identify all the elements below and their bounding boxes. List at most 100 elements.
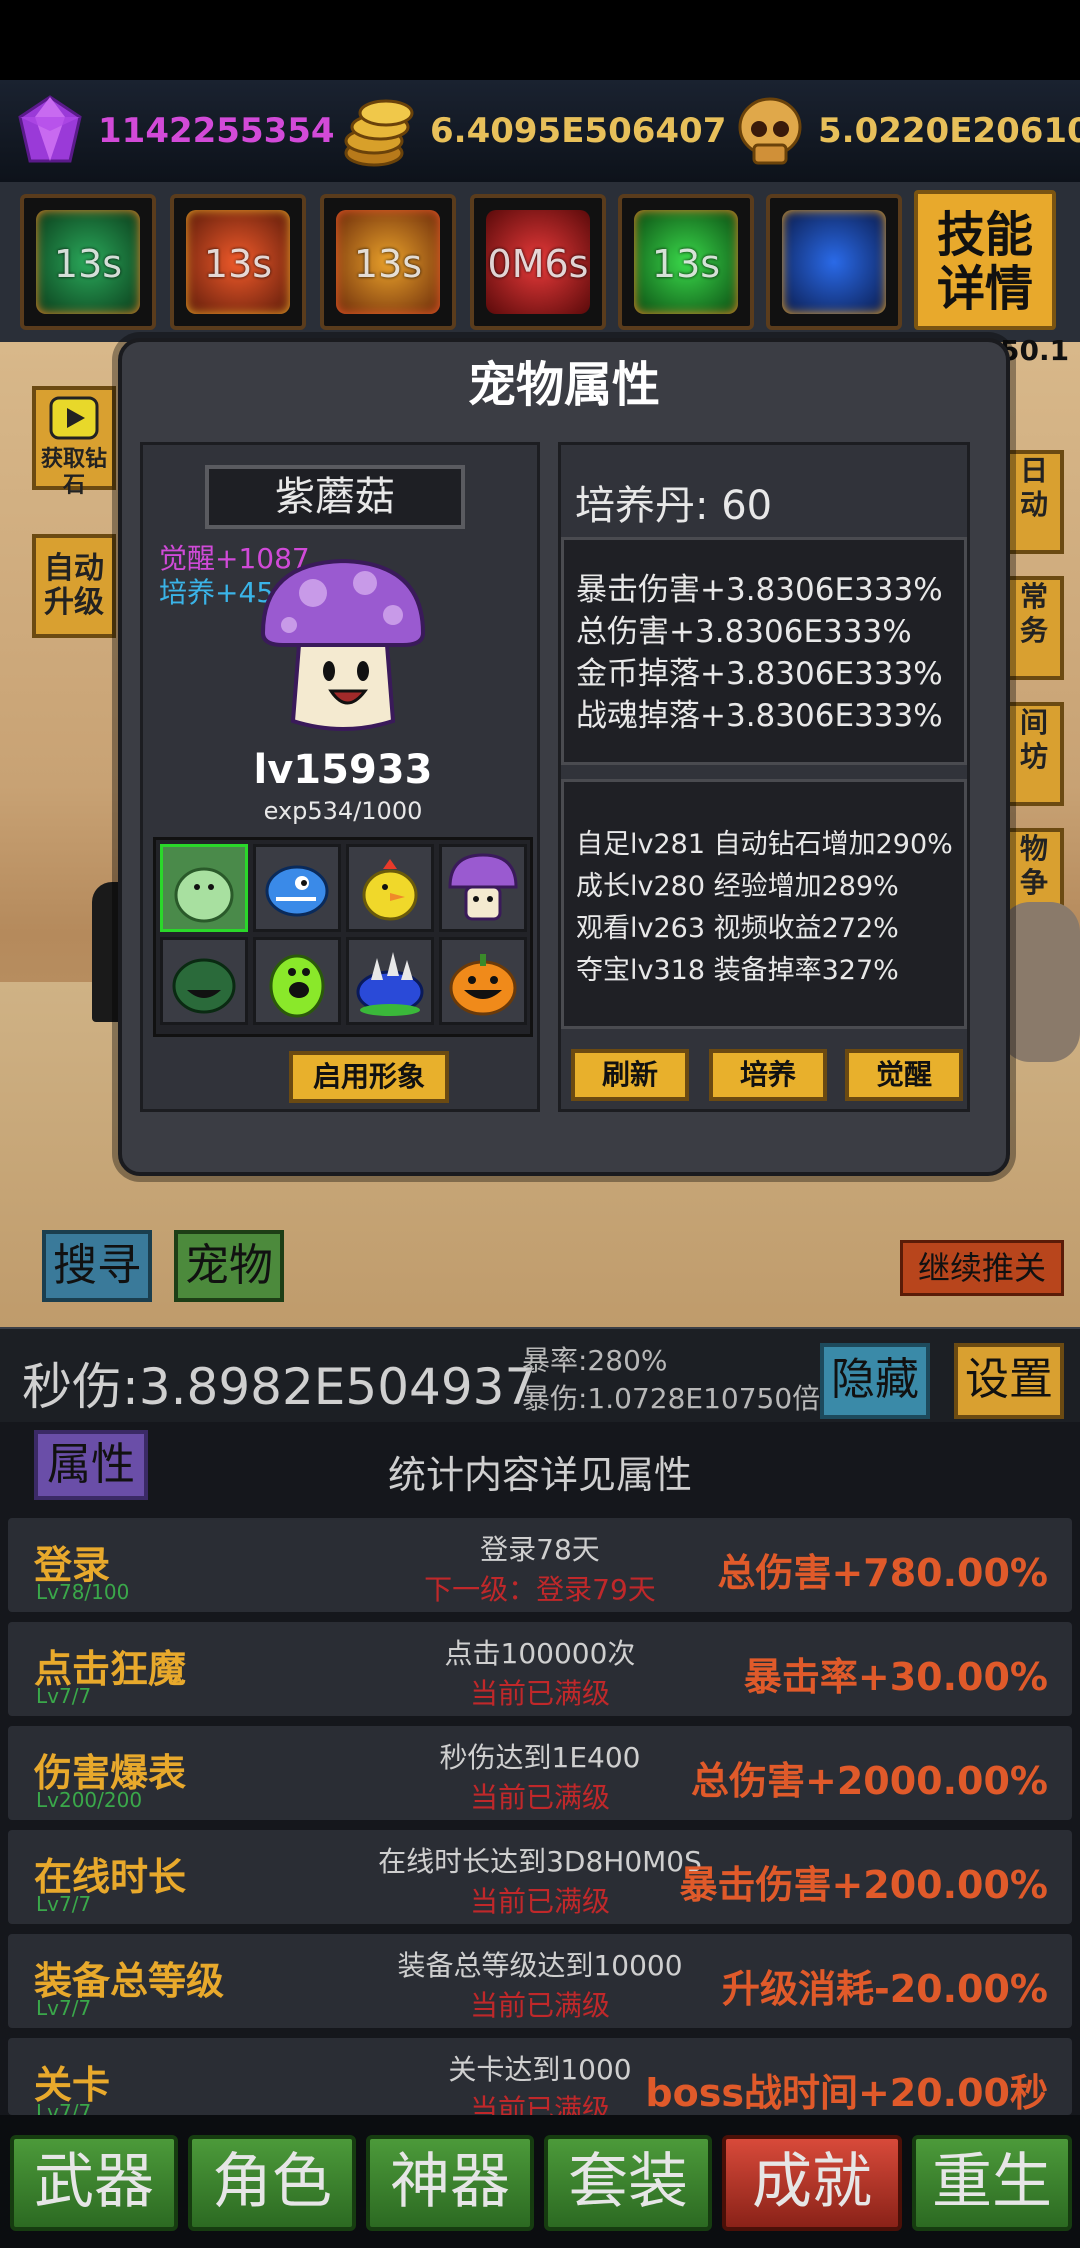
right-side-tab-1[interactable]: 日动 bbox=[1004, 450, 1064, 554]
nav-artifacts[interactable]: 神器 bbox=[366, 2135, 534, 2231]
pet-name: 紫蘑菇 bbox=[205, 465, 465, 529]
skill-slot-3[interactable]: 13s bbox=[320, 194, 456, 330]
pet-slot-chick[interactable] bbox=[346, 844, 434, 932]
get-gems-label: 获取钻石 bbox=[40, 447, 107, 498]
nurture-pill-count: 培养丹: 60 bbox=[575, 483, 773, 529]
nav-achievements[interactable]: 成就 bbox=[722, 2135, 902, 2231]
achievement-row: 点击狂魔 Lv7/7 点击100000次 当前已满级 暴击率+30.00% bbox=[8, 1622, 1072, 1716]
purple-mushroom-icon bbox=[448, 853, 518, 921]
pet-slot-spiky-turtle[interactable] bbox=[346, 937, 434, 1025]
achievement-bonus: boss战时间+20.00秒 bbox=[645, 2071, 1048, 2115]
orange-pumpkin-icon bbox=[449, 954, 517, 1016]
achievement-row: 伤害爆表 Lv200/200 秒伤达到1E400 当前已满级 总伤害+2000.… bbox=[8, 1726, 1072, 1820]
crit-damage: 暴伤:1.0728E10750倍 bbox=[522, 1382, 821, 1415]
nav-rebirth[interactable]: 重生 bbox=[912, 2135, 1072, 2231]
dps-value: 秒伤:3.8982E504937 bbox=[22, 1358, 537, 1416]
pet-attributes-dialog: 宠物属性 紫蘑菇 觉醒+1087 培养+45 lv15933 exp534/10… bbox=[118, 338, 1010, 1176]
achievement-row: 登录 Lv78/100 登录78天 下一级：登录79天 总伤害+780.00% bbox=[8, 1518, 1072, 1612]
right-tab-label: 间坊 bbox=[1019, 706, 1048, 773]
pet-stats-panel: 培养丹: 60 暴击伤害+3.8306E333% 总伤害+3.8306E333%… bbox=[558, 442, 970, 1112]
pet-skill-line: 观看lv263 视频收益272% bbox=[576, 913, 899, 944]
skull-icon bbox=[738, 97, 802, 165]
pet-skill-line: 自足lv281 自动钻石增加290% bbox=[576, 829, 953, 860]
pet-info-panel: 紫蘑菇 觉醒+1087 培养+45 lv15933 exp534/1000 启用… bbox=[140, 442, 540, 1112]
achievement-row: 在线时长 Lv7/7 在线时长达到3D8H0M0S 当前已满级 暴击伤害+200… bbox=[8, 1830, 1072, 1924]
yellow-chick-icon bbox=[362, 859, 418, 921]
purple-mushroom-pet-icon bbox=[260, 558, 426, 731]
resource-bar: 1142255354 6.4095E506407 5.0220E206107 bbox=[0, 80, 1080, 182]
skill-cooldown: 13s bbox=[353, 242, 423, 286]
settings-button[interactable]: 设置 bbox=[954, 1343, 1064, 1419]
achievement-bonus: 升级消耗-20.00% bbox=[721, 1967, 1048, 2011]
blue-shark-icon bbox=[265, 865, 329, 917]
achievement-bonus: 暴击伤害+200.00% bbox=[679, 1863, 1048, 1907]
continue-push-button[interactable]: 继续推关 bbox=[900, 1240, 1064, 1296]
pet-skill-line: 成长lv280 经验增加289% bbox=[576, 871, 899, 902]
pet-slot-lime-dino[interactable] bbox=[253, 937, 341, 1025]
skill-detail-button[interactable]: 技能 详情 bbox=[914, 190, 1056, 330]
green-bird-icon bbox=[174, 867, 234, 923]
skill-cooldown: 13s bbox=[53, 242, 123, 286]
nav-character[interactable]: 角色 bbox=[188, 2135, 356, 2231]
pet-level: lv15933 bbox=[253, 747, 433, 793]
gold-coins-icon bbox=[344, 99, 414, 167]
gold-resource: 6.4095E506407 bbox=[340, 80, 726, 182]
skill-slot-1[interactable]: 13s bbox=[20, 194, 156, 330]
right-side-tab-3[interactable]: 间坊 bbox=[1004, 702, 1064, 806]
attributes-hint: 统计内容详见属性 bbox=[387, 1453, 692, 1497]
pet-selection-grid bbox=[153, 837, 533, 1037]
pet-slot-green-bird[interactable] bbox=[160, 844, 248, 932]
hide-button[interactable]: 隐藏 bbox=[820, 1343, 930, 1419]
skill-cooldown: 13s bbox=[651, 242, 721, 286]
refresh-button[interactable]: 刷新 bbox=[571, 1049, 689, 1101]
skill-cooldown: 13s bbox=[203, 242, 273, 286]
dark-green-frog-icon bbox=[172, 958, 236, 1014]
skill-detail-label-2: 详情 bbox=[936, 261, 1033, 317]
spiky-turtle-icon bbox=[356, 952, 424, 1016]
skill-slot-2[interactable]: 13s bbox=[170, 194, 306, 330]
gem-icon bbox=[18, 95, 82, 163]
pet-exp: exp534/1000 bbox=[263, 797, 423, 825]
gem-count: 1142255354 bbox=[98, 111, 335, 151]
stat-line: 金币掉落+3.8306E333% bbox=[576, 656, 943, 692]
achievement-row: 装备总等级 Lv7/7 装备总等级达到10000 当前已满级 升级消耗-20.0… bbox=[8, 1934, 1072, 2028]
achievement-bonus: 总伤害+2000.00% bbox=[691, 1759, 1048, 1803]
play-icon bbox=[49, 396, 99, 440]
achievement-row: 关卡 Lv7/7 关卡达到1000 当前已满级 boss战时间+20.00秒 bbox=[8, 2038, 1072, 2115]
use-appearance-button[interactable]: 启用形象 bbox=[289, 1051, 449, 1103]
auto-upgrade-button[interactable]: 自动 升级 bbox=[32, 534, 116, 638]
awaken-button[interactable]: 觉醒 bbox=[845, 1049, 963, 1101]
attributes-tab[interactable]: 属性 bbox=[34, 1430, 148, 1500]
dialog-title: 宠物属性 bbox=[467, 357, 660, 413]
pet-skills-box: 自足lv281 自动钻石增加290% 成长lv280 经验增加289% 观看lv… bbox=[561, 779, 967, 1029]
achievement-bonus: 暴击率+30.00% bbox=[743, 1655, 1048, 1699]
pet-slot-dark-frog[interactable] bbox=[160, 937, 248, 1025]
pet-skill-line: 夺宝lv318 装备掉率327% bbox=[576, 955, 899, 986]
pet-slot-pumpkin[interactable] bbox=[439, 937, 527, 1025]
lime-dino-icon bbox=[269, 954, 325, 1018]
nav-weapons[interactable]: 武器 bbox=[10, 2135, 178, 2231]
skill-slot-6[interactable] bbox=[766, 194, 902, 330]
stat-line: 战魂掉落+3.8306E333% bbox=[576, 698, 943, 734]
dps-bar: 秒伤:3.8982E504937 暴率:280% 暴伤:1.0728E10750… bbox=[0, 1327, 1080, 1422]
pet-button[interactable]: 宠物 bbox=[174, 1230, 284, 1302]
soul-resource: 5.0220E206107 bbox=[730, 80, 1080, 182]
nav-sets[interactable]: 套装 bbox=[544, 2135, 712, 2231]
right-tab-label: 常务 bbox=[1019, 580, 1048, 647]
achievement-bonus: 总伤害+780.00% bbox=[717, 1551, 1048, 1595]
speed-readout: 50.1 bbox=[1000, 334, 1070, 367]
nurture-button[interactable]: 培养 bbox=[709, 1049, 827, 1101]
pet-slot-purple-mushroom[interactable] bbox=[439, 844, 527, 932]
skill-cooldown: 0M6s bbox=[487, 242, 589, 286]
right-tab-label: 日动 bbox=[1019, 454, 1048, 521]
status-bar-area bbox=[0, 0, 1080, 80]
skill-slot-5[interactable]: 13s bbox=[618, 194, 754, 330]
bottom-navigation: 武器 角色 神器 套装 成就 重生 bbox=[0, 2115, 1080, 2248]
right-tab-label: 物争 bbox=[1019, 832, 1048, 899]
search-button[interactable]: 搜寻 bbox=[42, 1230, 152, 1302]
right-side-tab-2[interactable]: 常务 bbox=[1004, 576, 1064, 680]
get-gems-video-button[interactable]: 获取钻石 bbox=[32, 386, 116, 498]
pet-slot-blue-shark[interactable] bbox=[253, 844, 341, 932]
skill-slot-4[interactable]: 0M6s bbox=[470, 194, 606, 330]
enemy-silhouette bbox=[1000, 902, 1080, 1062]
